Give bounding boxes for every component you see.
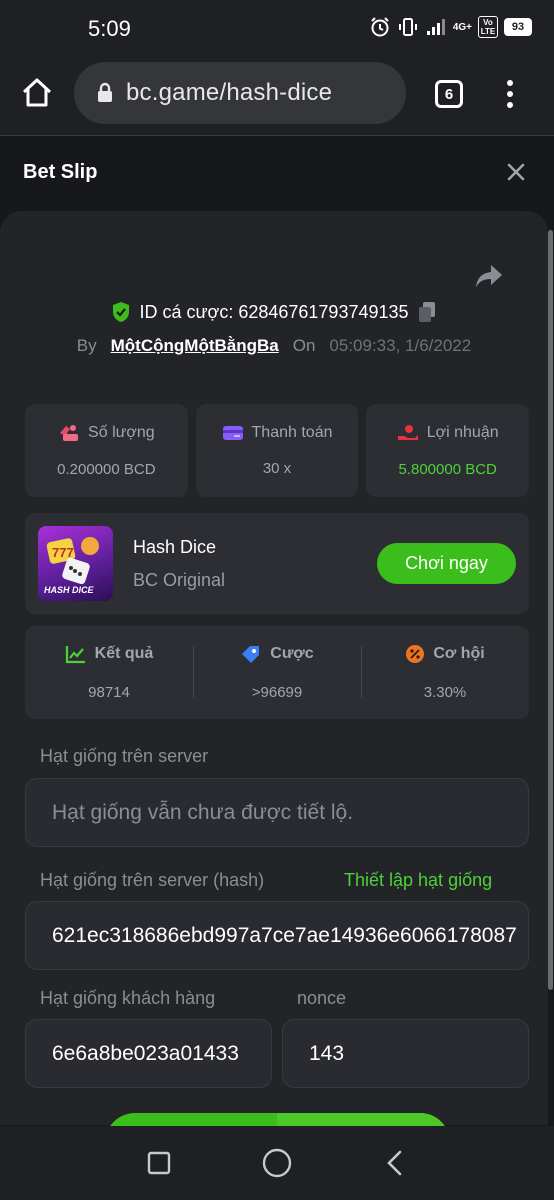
svg-text:777: 777 (52, 545, 74, 560)
status-icons: 4G+ Vo LTE 93 (369, 16, 532, 38)
network-type-icon: 4G+ (452, 21, 472, 33)
amount-icon (60, 425, 79, 441)
lock-icon (98, 82, 112, 102)
stat-amount-label: Số lượng (88, 424, 155, 441)
tab-switcher-button[interactable]: 6 (435, 80, 463, 108)
result-chance: Cơ hội 3.30% (361, 626, 529, 719)
bet-slip-header: Bet Slip (0, 137, 554, 211)
alarm-icon (369, 16, 391, 38)
nonce-field[interactable]: 143 (282, 1019, 529, 1088)
stat-payout-value: 30 x (262, 460, 292, 477)
server-seed-label: Hạt giống trên server (40, 746, 209, 766)
bet-target-label: Cược (270, 645, 314, 662)
game-category: BC Original (133, 570, 226, 590)
stat-profit: Lợi nhuận 5.800000 BCD (366, 404, 530, 497)
target-tag-icon (242, 646, 260, 663)
result-outcome: Kết quả 98714 (25, 626, 193, 719)
scrollbar[interactable] (548, 230, 553, 990)
signal-icon (425, 17, 447, 37)
dot (507, 102, 513, 108)
stat-payout: Thanh toán 30 x (195, 404, 359, 497)
stat-amount-value: 0.200000 BCD (57, 461, 156, 478)
result-bet: Cược >96699 (193, 626, 361, 719)
battery-icon: 93 (504, 18, 532, 36)
system-nav-bar (0, 1126, 554, 1200)
stat-profit-label: Lợi nhuận (426, 424, 499, 441)
bet-author-row: By MộtCộngMộtBằngBa On 05:09:33, 1/6/202… (0, 336, 548, 356)
result-value: 98714 (88, 684, 130, 701)
home-icon (22, 78, 52, 107)
home-circle-icon (262, 1148, 292, 1178)
chart-trend-icon (65, 646, 85, 664)
client-seed-label: Hạt giống khách hàng (40, 988, 216, 1008)
payout-card-icon (222, 426, 243, 440)
stat-payout-label: Thanh toán (251, 424, 333, 441)
chance-label: Cơ hội (433, 645, 485, 662)
bet-id-row: ID cá cược: 62846761793749135 (0, 300, 548, 324)
bet-stats: Số lượng 0.200000 BCD Thanh toán 30 x Lợ… (25, 404, 530, 497)
profit-hand-icon (397, 425, 418, 440)
by-label: By (76, 336, 97, 355)
home-button[interactable] (20, 76, 54, 110)
bet-id: ID cá cược: 62846761793749135 (139, 301, 409, 322)
username-link[interactable]: MộtCộngMộtBằngBa (111, 336, 279, 356)
result-label: Kết quả (94, 645, 154, 662)
close-icon (507, 163, 525, 181)
volte-icon: Vo LTE (478, 16, 498, 38)
back-button[interactable] (375, 1143, 415, 1183)
client-seed-field[interactable]: 6e6a8be023a01433 (25, 1019, 272, 1088)
game-thumbnail: 777 HASH DICE (38, 526, 113, 601)
dot (507, 80, 513, 86)
game-name: Hash Dice (133, 537, 217, 557)
status-bar: 5:09 4G+ Vo LTE 93 (0, 0, 554, 56)
game-card: 777 HASH DICE Hash Dice BC Original Chơi… (25, 513, 529, 614)
stat-profit-value: 5.800000 BCD (398, 461, 497, 478)
vibrate-icon (397, 16, 419, 38)
overflow-menu-button[interactable] (498, 78, 522, 110)
url-text: bc.game/hash-dice (126, 79, 333, 106)
share-button[interactable] (474, 262, 504, 295)
recents-icon (147, 1151, 171, 1175)
game-thumbnail-label: HASH DICE (44, 585, 94, 595)
page-title: Bet Slip (23, 161, 98, 183)
server-hash-label: Hạt giống trên server (hash) (40, 870, 265, 890)
percent-icon (406, 645, 425, 663)
server-hash-field[interactable]: 621ec318686ebd997a7ce7ae14936e6066178087 (25, 901, 529, 970)
chance-value: 3.30% (423, 684, 467, 701)
close-button[interactable] (504, 160, 528, 189)
status-time: 5:09 (88, 16, 131, 41)
on-label: On (292, 336, 316, 355)
bet-target-value: >96699 (251, 684, 303, 701)
server-seed-field[interactable]: Hạt giống vẫn chưa được tiết lộ. (25, 778, 529, 847)
set-seed-link[interactable]: Thiết lập hạt giống (344, 870, 492, 891)
address-bar[interactable]: bc.game/hash-dice (74, 62, 406, 124)
browser-toolbar: bc.game/hash-dice 6 (0, 56, 554, 136)
play-now-button[interactable]: Chơi ngay (377, 543, 516, 584)
share-icon (476, 265, 502, 287)
bet-datetime: 05:09:33, 1/6/2022 (329, 336, 472, 355)
recents-button[interactable] (139, 1143, 179, 1183)
copy-icon[interactable] (417, 300, 437, 324)
dot (507, 91, 513, 97)
nonce-label: nonce (297, 988, 347, 1008)
stat-amount: Số lượng 0.200000 BCD (25, 404, 188, 497)
home-nav-button[interactable] (257, 1143, 297, 1183)
back-icon (387, 1150, 402, 1176)
verified-shield-icon (113, 302, 130, 322)
result-card: Kết quả 98714 Cược >96699 Cơ hội 3.30% (25, 626, 529, 719)
